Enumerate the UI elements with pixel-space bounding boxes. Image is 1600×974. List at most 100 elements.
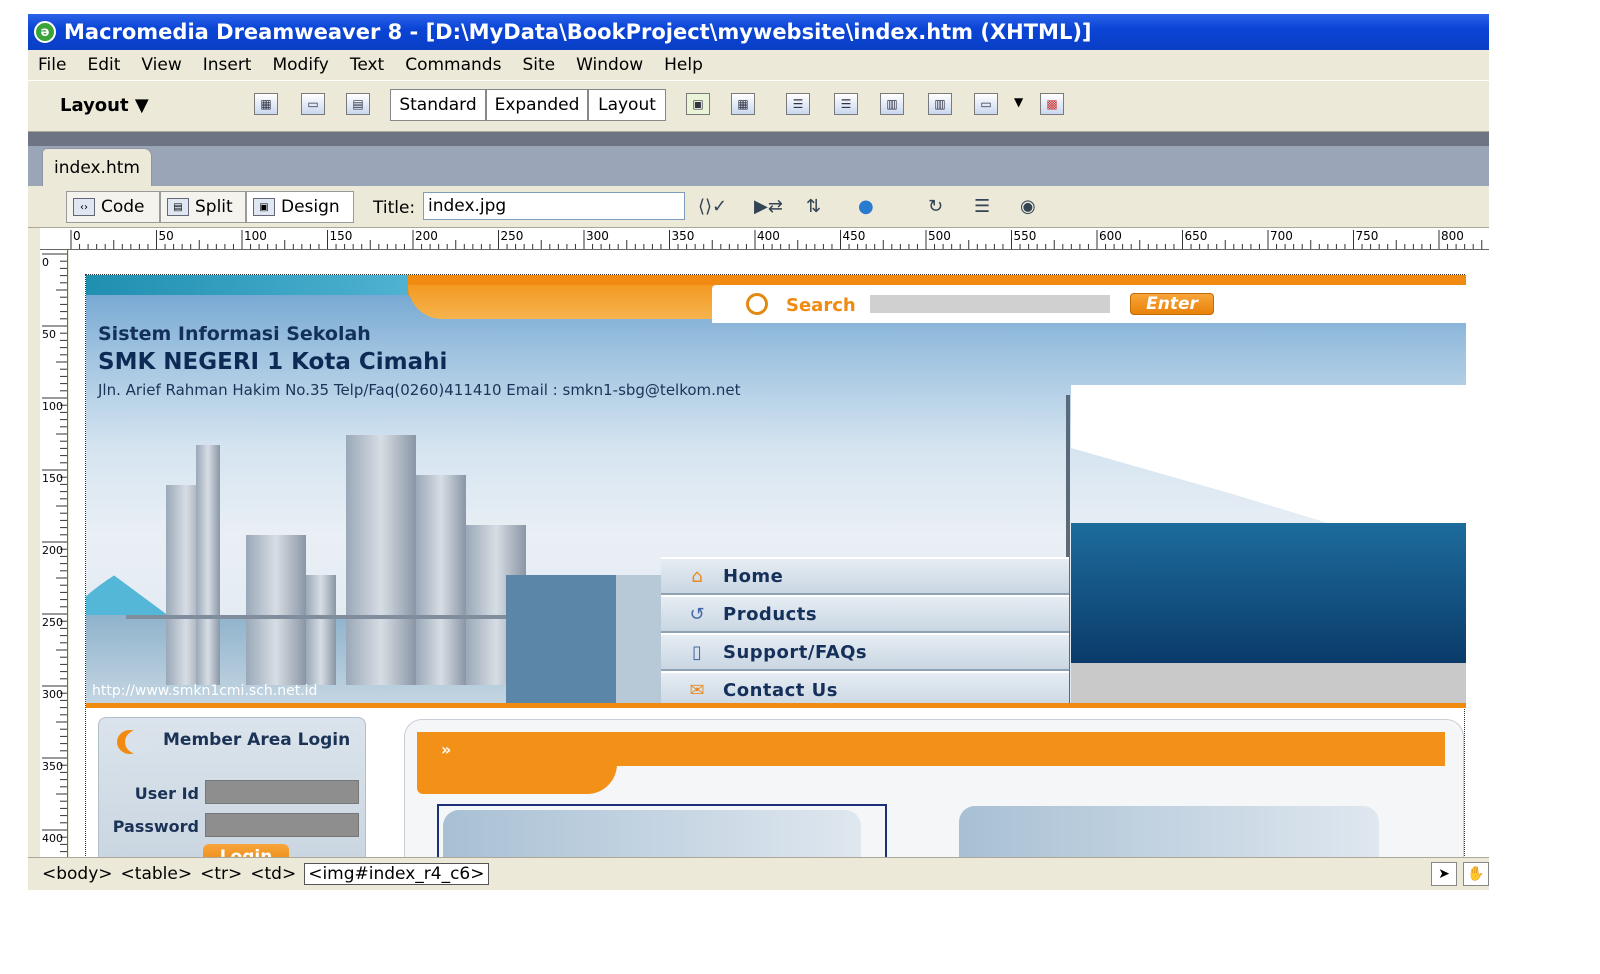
menu-site[interactable]: Site	[522, 55, 555, 75]
tag-selected[interactable]: <img#index_r4_c6>	[304, 863, 489, 885]
mode-standard-button[interactable]: Standard	[390, 89, 486, 121]
document-title-input[interactable]	[423, 192, 685, 220]
nav-item-support[interactable]: ▯ Support/FAQs	[661, 633, 1069, 671]
design-view-icon: ▣	[253, 198, 275, 216]
ruler-tick-label: 150	[330, 229, 353, 243]
mode-layout-button[interactable]: Layout	[588, 89, 666, 121]
validate-icon[interactable]: ⟨⟩✓	[698, 196, 727, 217]
menu-file[interactable]: File	[38, 55, 66, 75]
tag-tr[interactable]: <tr>	[200, 864, 242, 884]
ruler-tick-label: 800	[1441, 229, 1464, 243]
status-tools: ➤ ✋	[1431, 862, 1489, 886]
code-view-label: Code	[101, 197, 145, 217]
user-id-field[interactable]	[205, 780, 359, 804]
ruler-tick-label: 450	[843, 229, 866, 243]
nav-item-products[interactable]: ↺ Products	[661, 595, 1069, 633]
nav-item-label: Support/FAQs	[723, 641, 868, 663]
orange-divider	[86, 703, 1466, 708]
ruler-tick-label: 300	[586, 229, 609, 243]
search-input[interactable]	[870, 295, 1110, 313]
view-options-icon[interactable]: ☰	[974, 196, 990, 217]
menu-text[interactable]: Text	[350, 55, 384, 75]
ruler-tick-label: 200	[42, 544, 63, 557]
nav-item-home[interactable]: ⌂ Home	[661, 557, 1069, 595]
menu-edit[interactable]: Edit	[87, 55, 120, 75]
visual-aids-icon[interactable]: ◉	[1020, 196, 1036, 217]
menu-help[interactable]: Help	[664, 55, 703, 75]
layer-icon[interactable]: ▭	[301, 93, 325, 115]
tag-table[interactable]: <table>	[121, 864, 193, 884]
insert-row-above-icon[interactable]: ☰	[786, 93, 810, 115]
mode-expanded-button[interactable]: Expanded	[486, 89, 588, 121]
ruler-tick-label: 150	[42, 472, 63, 485]
ruler-tick-label: 100	[244, 229, 267, 243]
design-canvas[interactable]: Search Enter Sistem Informasi Sekolah SM…	[69, 250, 1489, 870]
vertical-ruler-ticks: 0 50 100 150 200 250 300 350 400	[42, 253, 67, 867]
tag-body[interactable]: <body>	[42, 864, 113, 884]
banner-orange-wave	[408, 285, 728, 319]
products-icon: ↺	[689, 603, 705, 625]
ruler-tick-label: 0	[73, 229, 81, 243]
banner-bridge	[126, 605, 506, 619]
nav-item-contact[interactable]: ✉ Contact Us	[661, 671, 1069, 707]
code-view-icon: ‹›	[73, 198, 95, 216]
document-tab-bar: index.htm	[28, 146, 1489, 186]
banner-light-panel	[616, 575, 661, 707]
panel-separator	[28, 132, 1489, 146]
web-page: Search Enter Sistem Informasi Sekolah SM…	[85, 274, 1466, 870]
insert-row-below-icon[interactable]: ☰	[834, 93, 858, 115]
menu-window[interactable]: Window	[576, 55, 643, 75]
split-view-button[interactable]: ▤ Split	[160, 191, 246, 223]
frame-icon[interactable]: ▤	[346, 93, 370, 115]
site-url: http://www.smkn1cmi.sch.net.id	[92, 683, 318, 699]
site-name: SMK NEGERI 1 Kota Cimahi	[98, 349, 448, 375]
hand-tool-icon[interactable]: ✋	[1463, 862, 1489, 886]
search-enter-button[interactable]: Enter	[1130, 293, 1214, 315]
menu-commands[interactable]: Commands	[405, 55, 501, 75]
insert-column-left-icon[interactable]: ▥	[880, 93, 904, 115]
ruler-tick-label: 250	[501, 229, 524, 243]
menu-insert[interactable]: Insert	[203, 55, 252, 75]
insert-column-right-icon[interactable]: ▥	[928, 93, 952, 115]
tag-td[interactable]: <td>	[250, 864, 296, 884]
insert-toolbar: Layout ▼ ▦ ▭ ▤ Standard Expanded Layout …	[28, 80, 1489, 132]
refresh-icon[interactable]: ↻	[928, 196, 943, 217]
insert-category-dropdown[interactable]: Layout ▼	[60, 95, 149, 116]
search-label: Search	[786, 295, 856, 316]
design-view-label: Design	[281, 197, 340, 217]
document-tab[interactable]: index.htm	[42, 148, 152, 186]
menu-bar: File Edit View Insert Modify Text Comman…	[28, 50, 1489, 80]
login-panel: Member Area Login User Id Password Login	[98, 717, 366, 870]
file-management-icon[interactable]: ▶⇄	[754, 196, 783, 217]
horizontal-ruler-ticks: 0 50 100 150 200 250 300 350 400 450 500 550 600 650 7…	[70, 229, 1483, 249]
iframe-icon[interactable]: ▭	[974, 93, 998, 115]
menu-view[interactable]: View	[141, 55, 181, 75]
ruler-tick-label: 550	[1014, 229, 1037, 243]
window-title: Macromedia Dreamweaver 8 - [D:\MyData\Bo…	[64, 20, 1092, 44]
menu-modify[interactable]: Modify	[272, 55, 328, 75]
draw-layout-cell-icon[interactable]: ▦	[731, 93, 755, 115]
vertical-ruler: 0 50 100 150 200 250 300 350 400	[40, 250, 68, 870]
horizontal-ruler: 0 50 100 150 200 250 300 350 400 450 500 550 600 650 7…	[40, 228, 1489, 250]
chevron-down-icon[interactable]: ▼	[1014, 95, 1023, 109]
table-icon[interactable]: ▦	[254, 93, 278, 115]
chevron-down-icon: ▼	[134, 95, 149, 116]
title-label: Title:	[373, 198, 416, 218]
ruler-tick-label: 350	[42, 760, 63, 773]
sync-icon[interactable]: ⇅	[806, 196, 821, 217]
preview-in-browser-icon[interactable]: ●	[858, 196, 874, 217]
tag-selector-bar: <body> <table> <tr> <td> <img#index_r4_c…	[28, 857, 1489, 890]
nav-item-label: Products	[723, 603, 818, 625]
layout-table-icon[interactable]: ▣	[686, 93, 710, 115]
tabular-data-icon[interactable]: ▩	[1040, 93, 1064, 115]
pointer-tool-icon[interactable]: ➤	[1431, 862, 1457, 886]
password-field[interactable]	[205, 813, 359, 837]
nav-item-label: Contact Us	[723, 679, 839, 701]
moon-icon	[117, 730, 151, 754]
city-skyline-image	[126, 405, 556, 685]
code-view-button[interactable]: ‹› Code	[66, 191, 160, 223]
home-icon: ⌂	[691, 565, 703, 587]
ruler-tick-label: 700	[1270, 229, 1293, 243]
site-address: Jln. Arief Rahman Hakim No.35 Telp/Faq(0…	[98, 381, 741, 399]
design-view-button[interactable]: ▣ Design	[246, 191, 354, 223]
